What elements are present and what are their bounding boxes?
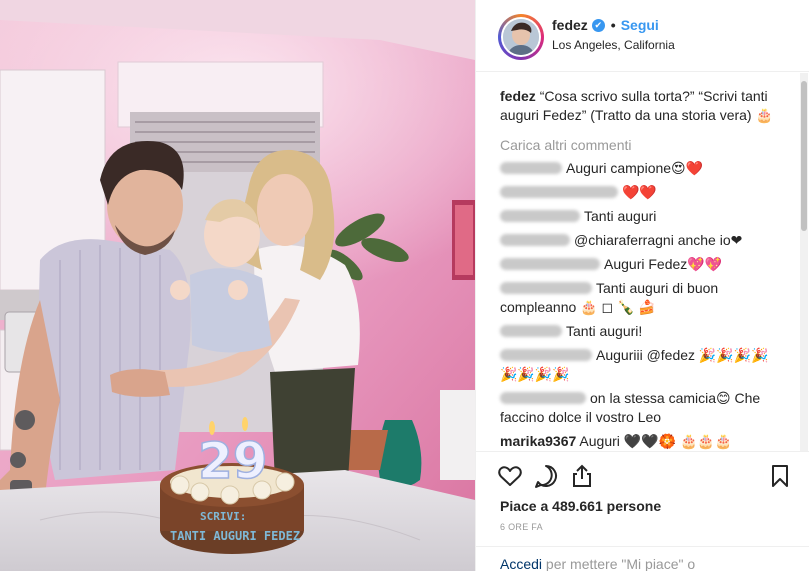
comment-username-blurred[interactable]: [500, 210, 580, 222]
comment-item: ❤️❤️: [500, 183, 788, 202]
caption-username[interactable]: fedez: [500, 88, 536, 104]
post-photo[interactable]: SCRIVI: TANTI AUGURI FEDEZ 29: [0, 0, 475, 571]
post-actions: Piace a 489.661 persone 6 ORE FA Accedi …: [476, 451, 809, 571]
share-icon[interactable]: [568, 462, 596, 490]
comment-text: Auguri campione😍❤️: [566, 160, 704, 176]
avatar-image: [503, 19, 539, 55]
photo-illustration: SCRIVI: TANTI AUGURI FEDEZ 29: [0, 0, 475, 571]
comment-text: @chiaraferragni anche io❤: [574, 232, 743, 248]
login-prompt-text: per mettere "Mi piace" o: [545, 556, 696, 571]
scrollbar-thumb[interactable]: [801, 81, 807, 231]
comment-icon[interactable]: [532, 462, 560, 490]
instagram-post: SCRIVI: TANTI AUGURI FEDEZ 29 fedez ✔ • …: [0, 0, 809, 571]
comment-text: Tanti auguri!: [566, 323, 643, 339]
birthday-candles: 29: [198, 432, 268, 490]
login-prompt: Accedi per mettere "Mi piace" o: [476, 546, 809, 571]
comments-section[interactable]: fedez “Cosa scrivo sulla torta?” “Scrivi…: [476, 73, 809, 451]
post-caption: fedez “Cosa scrivo sulla torta?” “Scrivi…: [500, 87, 788, 125]
comment-text: ❤️❤️: [622, 184, 657, 200]
comment-username-blurred[interactable]: [500, 186, 618, 198]
comment-item: Tanti auguri di buon compleanno 🎂 ◻ 🍾 🍰: [500, 279, 788, 317]
comment-username-blurred[interactable]: [500, 325, 562, 337]
post-timestamp[interactable]: 6 ORE FA: [500, 522, 543, 532]
comment-username-blurred[interactable]: [500, 258, 600, 270]
bookmark-icon[interactable]: [766, 462, 794, 490]
separator-dot: •: [610, 17, 616, 33]
comment-text: Tanti auguri: [584, 208, 657, 224]
caption-text: “Cosa scrivo sulla torta?” “Scrivi tanti…: [500, 88, 773, 123]
heart-icon[interactable]: [496, 462, 524, 490]
location-link[interactable]: Los Angeles, California: [552, 38, 675, 52]
comment-item: Tanti auguri!: [500, 322, 788, 341]
comment-item: Auguri campione😍❤️: [500, 159, 788, 178]
comment-item: Auguri Fedez💖💖: [500, 255, 788, 274]
comment-item: @chiaraferragni anche io❤: [500, 231, 788, 250]
header-username-row: fedez ✔ • Segui: [552, 17, 659, 33]
comment-item: on la stessa camicia😊 Che faccino dolce …: [500, 389, 788, 427]
comments-scrollbar[interactable]: [800, 73, 808, 451]
post-header: fedez ✔ • Segui Los Angeles, California: [476, 0, 809, 72]
comment-username-blurred[interactable]: [500, 234, 570, 246]
comment-text: Auguri Fedez💖💖: [604, 256, 723, 272]
comment-username-blurred[interactable]: [500, 282, 592, 294]
comment-item: marika9367 Auguri 🖤🖤🏵️ 🎂🎂🎂: [500, 432, 788, 451]
verified-badge-icon: ✔: [591, 18, 605, 32]
comment-username[interactable]: marika9367: [500, 433, 576, 449]
comment-username-blurred[interactable]: [500, 162, 562, 174]
comment-item: Auguriii @fedez 🎉🎉🎉🎉 🎉🎉🎉🎉: [500, 346, 788, 384]
comment-username-blurred[interactable]: [500, 392, 586, 404]
likes-count[interactable]: Piace a 489.661 persone: [500, 498, 661, 514]
header-username[interactable]: fedez: [552, 17, 588, 33]
post-side-panel: fedez ✔ • Segui Los Angeles, California …: [475, 0, 809, 571]
cake-text-line2: TANTI AUGURI FEDEZ: [170, 529, 300, 543]
comment-username-blurred[interactable]: [500, 349, 592, 361]
login-link[interactable]: Accedi: [500, 556, 542, 571]
comment-item: Tanti auguri: [500, 207, 788, 226]
load-more-comments-button[interactable]: Carica altri commenti: [500, 136, 788, 154]
comment-text: Auguri 🖤🖤🏵️ 🎂🎂🎂: [579, 433, 733, 449]
avatar[interactable]: [498, 14, 544, 60]
follow-button[interactable]: Segui: [621, 17, 659, 33]
cake-text-line1: SCRIVI:: [200, 510, 246, 523]
